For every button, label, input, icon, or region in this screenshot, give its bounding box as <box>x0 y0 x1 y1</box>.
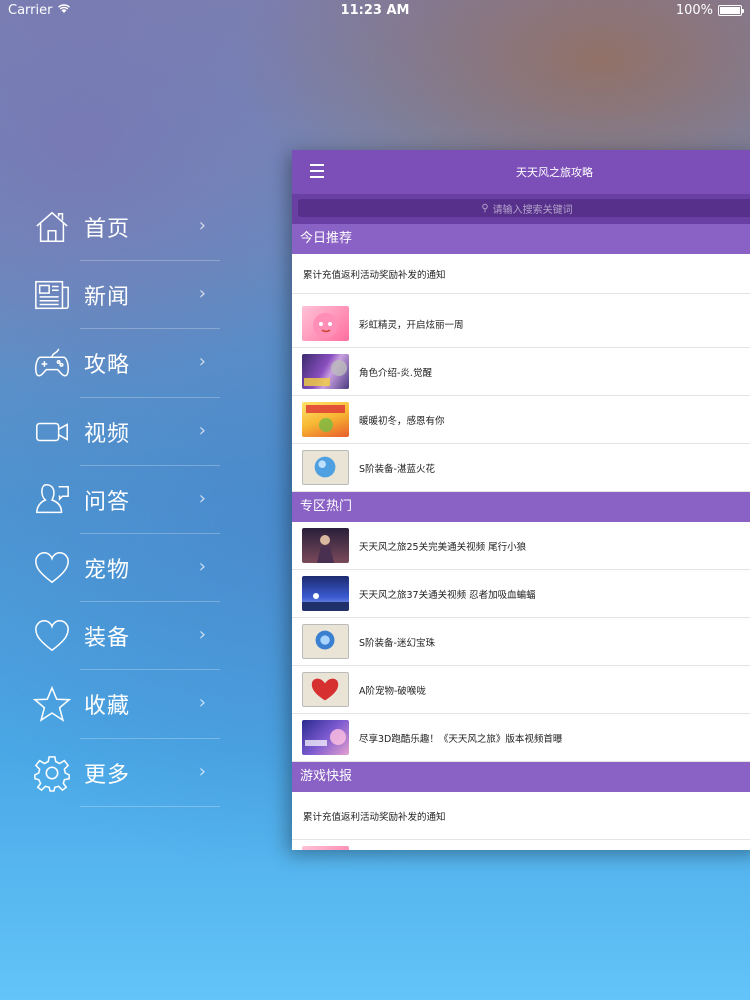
qa-person-icon <box>30 478 74 522</box>
gear-icon <box>30 751 74 795</box>
menu-label: 攻略 <box>84 353 131 379</box>
list-item[interactable]: 彩虹精灵，开启炫丽一周 <box>292 300 750 348</box>
menu-label: 视频 <box>84 421 131 447</box>
list-item[interactable] <box>292 840 750 850</box>
thumbnail-image <box>302 846 349 850</box>
list-item-text: S阶装备-湛蓝火花 <box>359 463 435 475</box>
divider <box>80 805 220 807</box>
thumbnail-image <box>302 402 349 437</box>
menu-label: 收藏 <box>84 694 131 720</box>
menu-label: 首页 <box>84 217 131 243</box>
thumbnail-image <box>302 576 349 611</box>
list-item[interactable]: 角色介绍-炎.觉醒 <box>292 348 750 396</box>
video-camera-icon <box>30 410 74 454</box>
list-item[interactable]: 尽享3D跑酷乐趣！《天天风之旅》版本视频首曝 <box>292 714 750 762</box>
chevron-right-icon: › <box>198 351 206 373</box>
menu-item-news[interactable]: 新闻 › <box>30 261 220 330</box>
chevron-right-icon: › <box>198 555 206 577</box>
list-item-text: 天天风之旅37关通关视频 忍者加吸血蝙蝠 <box>359 589 536 601</box>
list-item-text: S阶装备-迷幻宝珠 <box>359 637 435 649</box>
status-bar: Carrier 11:23 AM 100% <box>0 0 750 22</box>
menu-item-equipment[interactable]: 装备 › <box>30 602 220 671</box>
list-item-text: 尽享3D跑酷乐趣！《天天风之旅》版本视频首曝 <box>359 733 563 745</box>
section-header-hot: 专区热门 <box>292 492 750 522</box>
menu-item-more[interactable]: 更多 › <box>30 739 220 807</box>
list-item-text: 累计充值返利活动奖励补发的通知 <box>303 269 446 281</box>
thumbnail-image <box>302 528 349 563</box>
chevron-right-icon: › <box>198 419 206 441</box>
content-panel: 天天风之旅攻略 ⚲ 请输入搜索关键词 今日推荐 累计充值返利活动奖励补发的通知 … <box>292 150 750 850</box>
battery-group: 100% <box>675 3 744 18</box>
list-item-text: 天天风之旅25关完美通关视频 尾行小狼 <box>359 541 527 553</box>
chevron-right-icon: › <box>198 487 206 509</box>
thumbnail-image <box>302 354 349 389</box>
chevron-right-icon: › <box>198 624 206 646</box>
heart-icon <box>30 546 74 590</box>
search-input[interactable]: ⚲ 请输入搜索关键词 <box>298 199 750 217</box>
search-bar: ⚲ 请输入搜索关键词 <box>292 194 750 224</box>
list-item[interactable]: 天天风之旅25关完美通关视频 尾行小狼 <box>292 522 750 570</box>
thumbnail-image <box>302 450 349 485</box>
chevron-right-icon: › <box>198 692 206 714</box>
page-title: 天天风之旅攻略 <box>516 166 593 179</box>
section-header-today: 今日推荐 <box>292 224 750 254</box>
list-item[interactable]: A阶宠物-破喉咙 <box>292 666 750 714</box>
section-header-news: 游戏快报 <box>292 762 750 792</box>
side-menu: 首页 › 新闻 › 攻略 › 视频 › 问答 › 宠物 › 装备 › 收藏 › … <box>30 193 220 807</box>
nav-bar: 天天风之旅攻略 <box>292 150 750 194</box>
thumbnail-image <box>302 306 349 341</box>
thumbnail-image <box>302 624 349 659</box>
menu-item-favorites[interactable]: 收藏 › <box>30 670 220 739</box>
list-item-text: 暖暖初冬，感恩有你 <box>359 415 445 427</box>
thumbnail-image <box>302 720 349 755</box>
menu-item-home[interactable]: 首页 › <box>30 193 220 262</box>
list-item-text: A阶宠物-破喉咙 <box>359 685 426 697</box>
menu-item-pet[interactable]: 宠物 › <box>30 534 220 603</box>
chevron-right-icon: › <box>198 283 206 305</box>
menu-item-guide[interactable]: 攻略 › <box>30 329 220 398</box>
menu-label: 宠物 <box>84 558 131 584</box>
list-item[interactable]: S阶装备-湛蓝火花 <box>292 444 750 492</box>
list-item[interactable]: 累计充值返利活动奖励补发的通知 <box>292 792 750 840</box>
list-item[interactable]: 累计充值返利活动奖励补发的通知 <box>292 254 750 294</box>
heart-outline-icon <box>30 614 74 658</box>
menu-label: 装备 <box>84 626 131 652</box>
menu-label: 问答 <box>84 489 131 515</box>
chevron-right-icon: › <box>198 760 206 782</box>
gamepad-icon <box>30 341 74 385</box>
star-icon <box>30 682 74 726</box>
battery-label: 100% <box>675 3 713 18</box>
battery-icon <box>718 5 744 16</box>
menu-item-qa[interactable]: 问答 › <box>30 466 220 534</box>
chevron-right-icon: › <box>198 215 206 236</box>
list-item-text: 角色介绍-炎.觉醒 <box>359 367 432 379</box>
list-item[interactable]: 暖暖初冬，感恩有你 <box>292 396 750 444</box>
list-item-text: 累计充值返利活动奖励补发的通知 <box>303 811 446 823</box>
menu-item-video[interactable]: 视频 › <box>30 398 220 466</box>
list-item[interactable]: 天天风之旅37关通关视频 忍者加吸血蝙蝠 <box>292 570 750 618</box>
status-time: 11:23 AM <box>340 3 410 18</box>
newspaper-icon <box>30 273 74 317</box>
search-icon: ⚲ <box>481 202 489 214</box>
search-placeholder: 请输入搜索关键词 <box>492 204 573 216</box>
home-icon <box>30 205 74 249</box>
menu-label: 新闻 <box>84 285 131 311</box>
thumbnail-image <box>302 672 349 707</box>
menu-label: 更多 <box>84 762 131 788</box>
list-item-text: 彩虹精灵，开启炫丽一周 <box>359 319 464 331</box>
list-item[interactable]: S阶装备-迷幻宝珠 <box>292 618 750 666</box>
